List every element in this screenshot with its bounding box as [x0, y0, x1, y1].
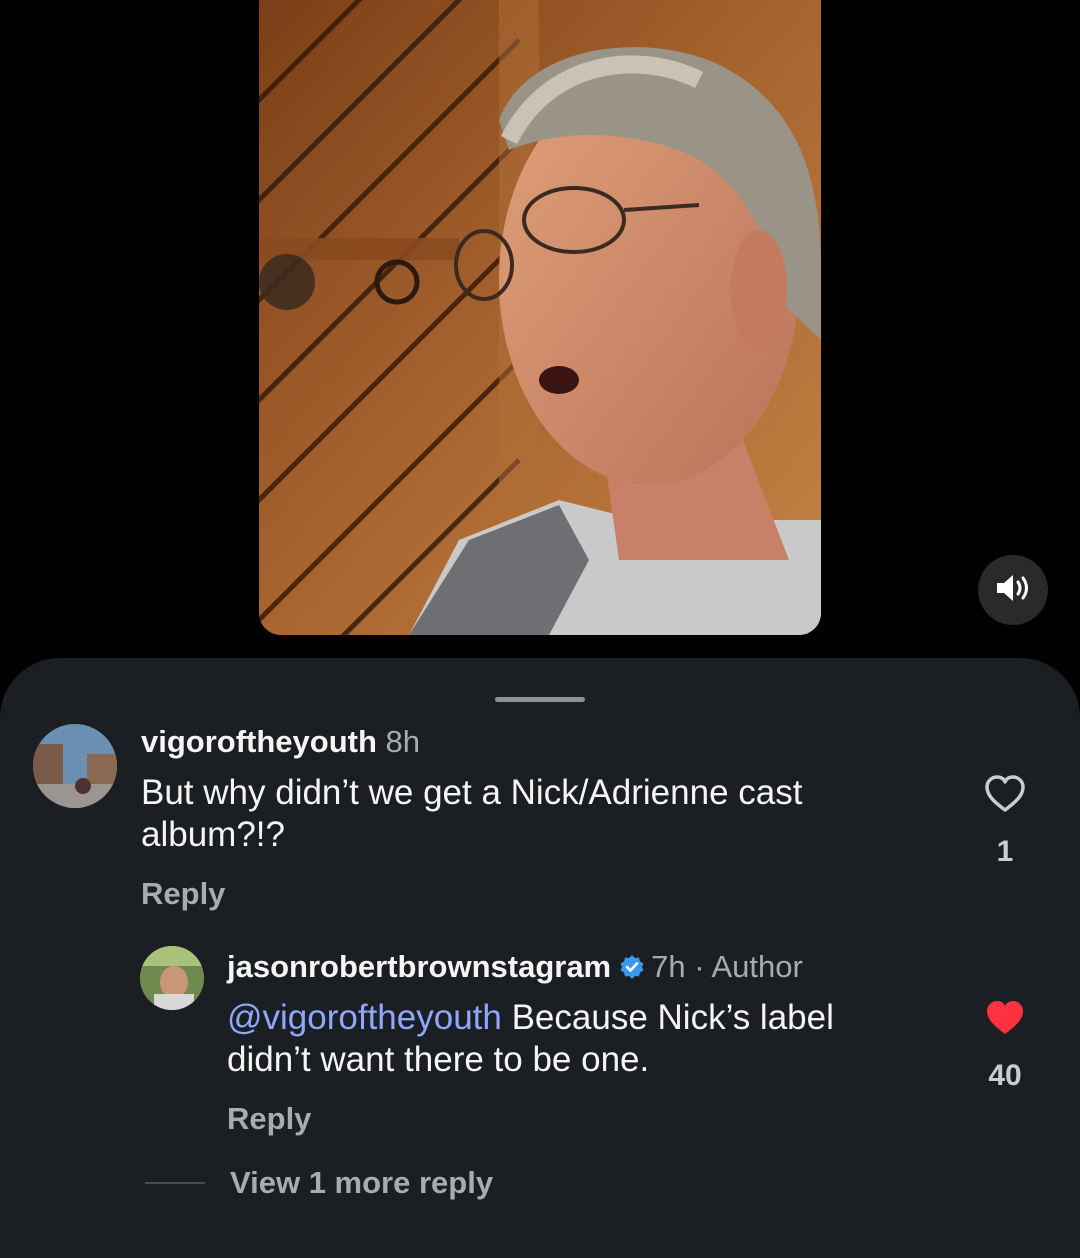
like-column: 40 [975, 998, 1035, 1093]
video-frame-image [259, 0, 821, 635]
mute-toggle-button[interactable] [978, 555, 1048, 625]
view-more-replies-button[interactable]: View 1 more reply [230, 1165, 493, 1201]
avatar[interactable] [33, 724, 117, 808]
comments-sheet: vigoroftheyouth 8h But why didn’t we get… [0, 658, 1080, 1258]
comment-text-line: But why didn’t we get a Nick/Adrienne ca… [141, 773, 803, 812]
comment-text-line: album?!? [141, 815, 285, 854]
reply-button[interactable]: Reply [227, 1101, 311, 1137]
like-count: 40 [988, 1059, 1022, 1092]
verified-badge-icon [619, 952, 645, 988]
comment-text-line: Because Nick’s label [501, 998, 834, 1037]
avatar-image [140, 946, 204, 1010]
separator: · [694, 949, 705, 984]
video-player[interactable] [259, 0, 821, 635]
avatar[interactable] [140, 946, 204, 1010]
comment-header: vigoroftheyouth 8h [141, 724, 420, 760]
timestamp: 7h [651, 949, 686, 984]
reply-button[interactable]: Reply [141, 876, 225, 912]
comment-text-line: didn’t want there to be one. [227, 1040, 650, 1079]
heart-filled-icon[interactable] [983, 1001, 1027, 1042]
timestamp: 8h [385, 724, 421, 759]
view-more-line [145, 1182, 205, 1184]
comment-header: jasonrobertbrownstagram 7h · Author [227, 949, 803, 988]
speaker-icon [995, 573, 1031, 608]
author-label: Author [711, 949, 803, 984]
like-column: 1 [975, 774, 1035, 869]
sheet-grabber[interactable] [495, 697, 585, 702]
mention-link[interactable]: @vigoroftheyouth [227, 998, 502, 1037]
comment-text: @vigoroftheyouth Because Nick’s label di… [227, 997, 947, 1081]
username[interactable]: vigoroftheyouth [141, 724, 377, 759]
like-count: 1 [996, 835, 1014, 868]
comment-text: But why didn’t we get a Nick/Adrienne ca… [141, 772, 941, 856]
heart-outline-icon[interactable] [983, 775, 1027, 818]
avatar-image [33, 724, 117, 808]
username[interactable]: jasonrobertbrownstagram [227, 949, 611, 984]
